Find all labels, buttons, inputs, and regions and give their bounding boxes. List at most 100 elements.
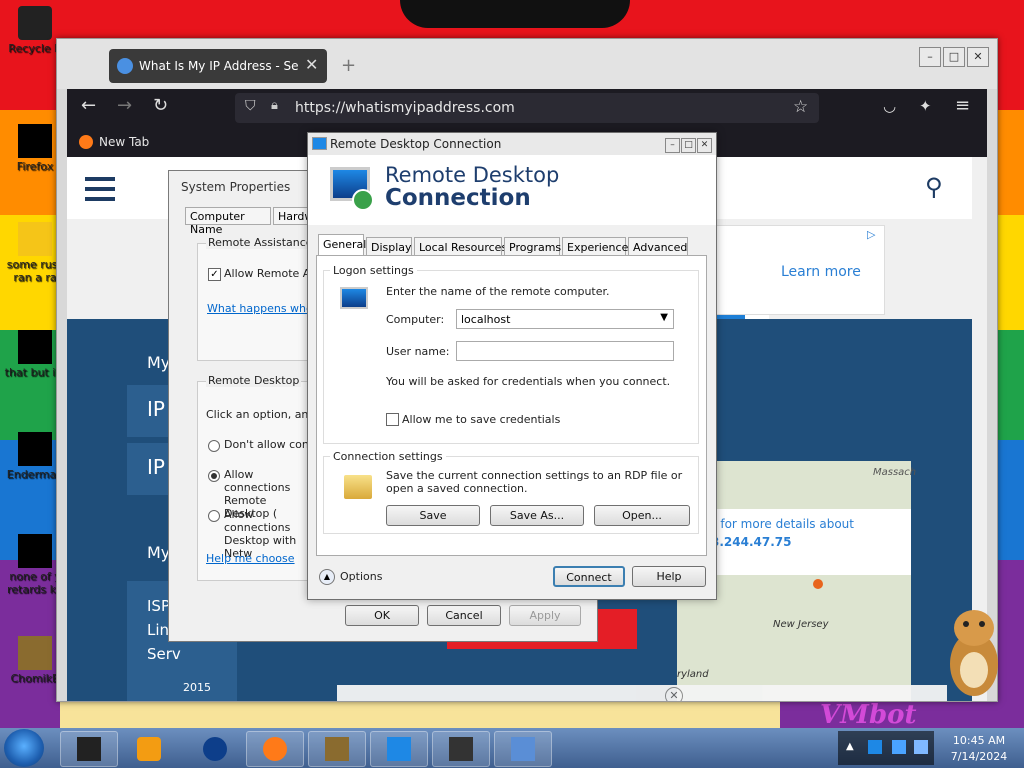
- wallpaper-decoration: [400, 0, 630, 28]
- dropdown-arrow-icon[interactable]: ▼: [660, 312, 668, 323]
- open-button[interactable]: Open...: [594, 505, 690, 526]
- taskbar-media-player[interactable]: [120, 731, 178, 767]
- hamburger-menu-icon[interactable]: [85, 177, 115, 207]
- url-bar[interactable]: ⛉ 🔒︎ https://whatismyipaddress.com ☆: [235, 93, 819, 123]
- screen-icon: [449, 737, 473, 761]
- globe-icon: [203, 737, 227, 761]
- tab-general[interactable]: General: [318, 234, 366, 257]
- recycle-bin-icon: [18, 6, 52, 40]
- dialog-title: System Properties: [181, 180, 291, 194]
- browser-tabbar: What Is My IP Address - See Yo ✕ + –□✕: [57, 39, 997, 89]
- new-tab-icon[interactable]: +: [341, 55, 356, 76]
- radio-dont-allow[interactable]: [208, 440, 220, 452]
- general-tab-panel: Logon settings Enter the name of the rem…: [316, 255, 707, 556]
- radio-allow-any[interactable]: [208, 470, 220, 482]
- close-icon[interactable]: ✕: [305, 55, 318, 74]
- back-icon[interactable]: ←: [81, 95, 96, 116]
- dialog-title: Remote Desktop Connection: [330, 137, 502, 151]
- section-heading: My: [147, 353, 171, 372]
- ad-box: ▷ Learn more: [712, 225, 885, 315]
- maximize-icon[interactable]: □: [681, 138, 696, 153]
- folder-icon: [344, 475, 372, 499]
- help-me-choose-link[interactable]: Help me choose: [206, 552, 295, 565]
- save-credentials-checkbox[interactable]: [386, 413, 399, 426]
- extensions-icon[interactable]: ✦: [919, 97, 932, 115]
- taskbar-remote-desktop[interactable]: [370, 731, 428, 767]
- pocket-icon[interactable]: ◡: [883, 97, 896, 115]
- taskbar-app-screen[interactable]: [432, 731, 490, 767]
- taskbar-firefox[interactable]: [246, 731, 304, 767]
- tab-display[interactable]: Display: [366, 237, 412, 256]
- connect-arrow-icon: [352, 189, 374, 211]
- close-icon[interactable]: ✕: [697, 138, 712, 153]
- app-icon: [77, 737, 101, 761]
- map-pin-icon: [813, 579, 823, 589]
- hamster-icon: [325, 737, 349, 761]
- save-as-button[interactable]: Save As...: [490, 505, 584, 526]
- tray-expand-icon[interactable]: ▲: [846, 741, 854, 752]
- tab-title: What Is My IP Address - See Yo: [139, 59, 299, 73]
- dialog-titlebar[interactable]: Remote Desktop Connection – □ ✕: [308, 133, 716, 155]
- shield-icon[interactable]: ⛉: [245, 98, 256, 114]
- taskbar-app-1[interactable]: [60, 731, 118, 767]
- minimize-icon[interactable]: –: [665, 138, 680, 153]
- reload-icon[interactable]: ↻: [153, 95, 168, 116]
- close-icon[interactable]: ✕: [665, 687, 683, 701]
- lock-icon[interactable]: 🔒︎: [271, 98, 278, 113]
- computer-icon: [511, 737, 535, 761]
- tab-advanced[interactable]: Advanced: [628, 237, 688, 256]
- taskbar-app-globe[interactable]: [186, 731, 244, 767]
- network-icon[interactable]: [868, 740, 882, 754]
- taskbar-system-properties[interactable]: [494, 731, 552, 767]
- taskbar-chomik[interactable]: [308, 731, 366, 767]
- media-player-icon: [137, 737, 161, 761]
- options-toggle[interactable]: Options: [340, 570, 382, 583]
- system-tray: ▲: [838, 731, 934, 765]
- search-icon[interactable]: ⚲: [925, 173, 943, 201]
- learn-more-link[interactable]: Learn more: [781, 264, 861, 280]
- computer-icon: [340, 287, 368, 309]
- file-icon: [18, 534, 52, 568]
- browser-tab-active[interactable]: What Is My IP Address - See Yo ✕: [109, 49, 327, 83]
- forward-icon[interactable]: →: [117, 95, 132, 116]
- help-button[interactable]: Help: [632, 566, 706, 587]
- volume-icon[interactable]: [914, 740, 928, 754]
- connection-settings-group: Connection settings Save the current con…: [323, 450, 699, 534]
- tab-local-resources[interactable]: Local Resources: [414, 237, 507, 256]
- remote-desktop-group: Remote Desktop Click an option, and th D…: [197, 374, 330, 581]
- bookmark-new-tab[interactable]: New Tab: [99, 135, 149, 149]
- maximize-icon[interactable]: □: [943, 47, 965, 67]
- firefox-icon: [79, 135, 93, 149]
- connect-button[interactable]: Connect: [553, 566, 625, 587]
- tab-experience[interactable]: Experience: [562, 237, 628, 256]
- tab-computer-name[interactable]: Computer Name: [185, 207, 271, 236]
- hamster-icon: [18, 636, 52, 670]
- ad-choices-icon[interactable]: ▷: [867, 228, 875, 241]
- tab-programs[interactable]: Programs: [504, 237, 561, 256]
- what-happens-link[interactable]: What happens when: [207, 302, 320, 315]
- close-icon[interactable]: ✕: [967, 47, 989, 67]
- start-button[interactable]: [4, 729, 44, 767]
- computer-combobox[interactable]: localhost ▼: [456, 309, 674, 329]
- rdc-app-icon: [312, 137, 327, 150]
- globe-icon: [117, 58, 133, 74]
- cancel-button[interactable]: Cancel: [427, 605, 501, 626]
- bookmark-star-icon[interactable]: ☆: [793, 97, 808, 117]
- save-button[interactable]: Save: [386, 505, 480, 526]
- folder-icon: [18, 330, 52, 364]
- tab-hardware[interactable]: Hardw: [273, 207, 309, 225]
- allow-remote-assistance-checkbox[interactable]: ✓: [208, 268, 221, 281]
- url-text: https://whatismyipaddress.com: [295, 100, 515, 116]
- taskbar-clock[interactable]: 10:45 AM 7/14/2024: [934, 728, 1024, 768]
- apply-button[interactable]: Apply: [509, 605, 581, 626]
- username-input[interactable]: [456, 341, 674, 361]
- rdc-banner: Remote Desktop Connection: [308, 155, 716, 225]
- chevron-up-icon[interactable]: ▲: [319, 569, 335, 585]
- minimize-icon[interactable]: –: [919, 47, 941, 67]
- menu-icon[interactable]: ≡: [955, 95, 970, 116]
- ok-button[interactable]: OK: [345, 605, 419, 626]
- radio-allow-nla[interactable]: [208, 510, 220, 522]
- bottom-ad-banner: ✕ ⩔: [337, 685, 947, 701]
- browser-toolbar: ← → ↻ ⛉ 🔒︎ https://whatismyipaddress.com…: [67, 89, 987, 127]
- display-icon[interactable]: [892, 740, 906, 754]
